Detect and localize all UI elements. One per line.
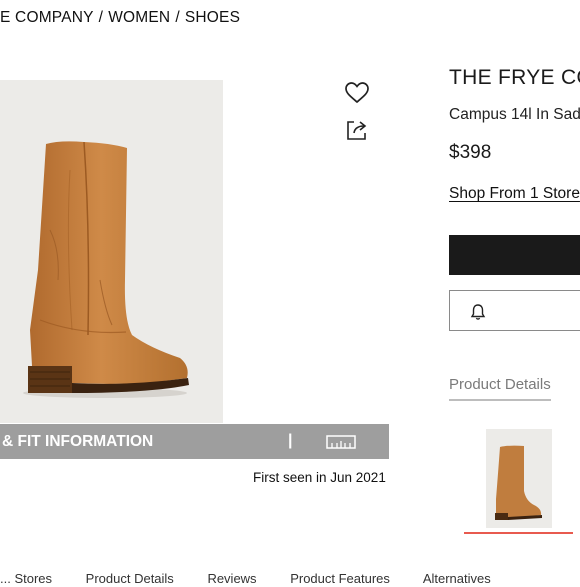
thumbnail-active-indicator: [464, 532, 573, 534]
size-fit-bar[interactable]: & FIT INFORMATION |: [0, 424, 389, 459]
bottom-tab-product-features[interactable]: Product Features: [290, 571, 390, 586]
boot-thumbnail-image: [495, 445, 542, 520]
heart-icon: [345, 82, 369, 104]
breadcrumb-item-shoes[interactable]: SHOES: [185, 9, 240, 26]
bottom-tab-strip: ... Stores Product Details Reviews Produ…: [0, 571, 580, 587]
favorite-button[interactable]: [344, 81, 370, 105]
share-button[interactable]: [345, 118, 369, 142]
breadcrumb-item-women[interactable]: WOMEN: [108, 9, 170, 26]
bottom-tab-stores[interactable]: ... Stores: [0, 571, 52, 586]
breadcrumb-separator: /: [98, 9, 104, 26]
buy-button[interactable]: [449, 235, 580, 275]
product-price: $398: [449, 142, 492, 163]
fit-bar-divider: |: [288, 432, 293, 449]
tab-product-details[interactable]: Product Details: [449, 376, 551, 401]
breadcrumb-item-brand[interactable]: E COMPANY: [0, 9, 94, 26]
breadcrumb: E COMPANY / WOMEN / SHOES: [0, 9, 240, 27]
share-icon: [347, 121, 367, 140]
breadcrumb-separator: /: [175, 9, 180, 26]
size-fit-label[interactable]: & FIT INFORMATION: [2, 433, 153, 451]
product-main-image[interactable]: [0, 80, 223, 423]
boot-illustration: [23, 141, 189, 398]
shop-from-stores-link[interactable]: Shop From 1 Store: [449, 185, 580, 203]
price-alert-button[interactable]: [449, 290, 580, 331]
ruler-icon[interactable]: [326, 435, 356, 454]
bell-icon: [470, 304, 486, 320]
brand-title[interactable]: THE FRYE CO: [449, 66, 580, 90]
bottom-tab-alternatives[interactable]: Alternatives: [423, 571, 491, 586]
bottom-tab-reviews[interactable]: Reviews: [207, 571, 256, 586]
product-thumbnail[interactable]: [486, 429, 552, 528]
product-name: Campus 14l In Sad: [449, 106, 580, 123]
first-seen-text: First seen in Jun 2021: [253, 470, 386, 485]
bottom-tab-product-details[interactable]: Product Details: [86, 571, 174, 586]
